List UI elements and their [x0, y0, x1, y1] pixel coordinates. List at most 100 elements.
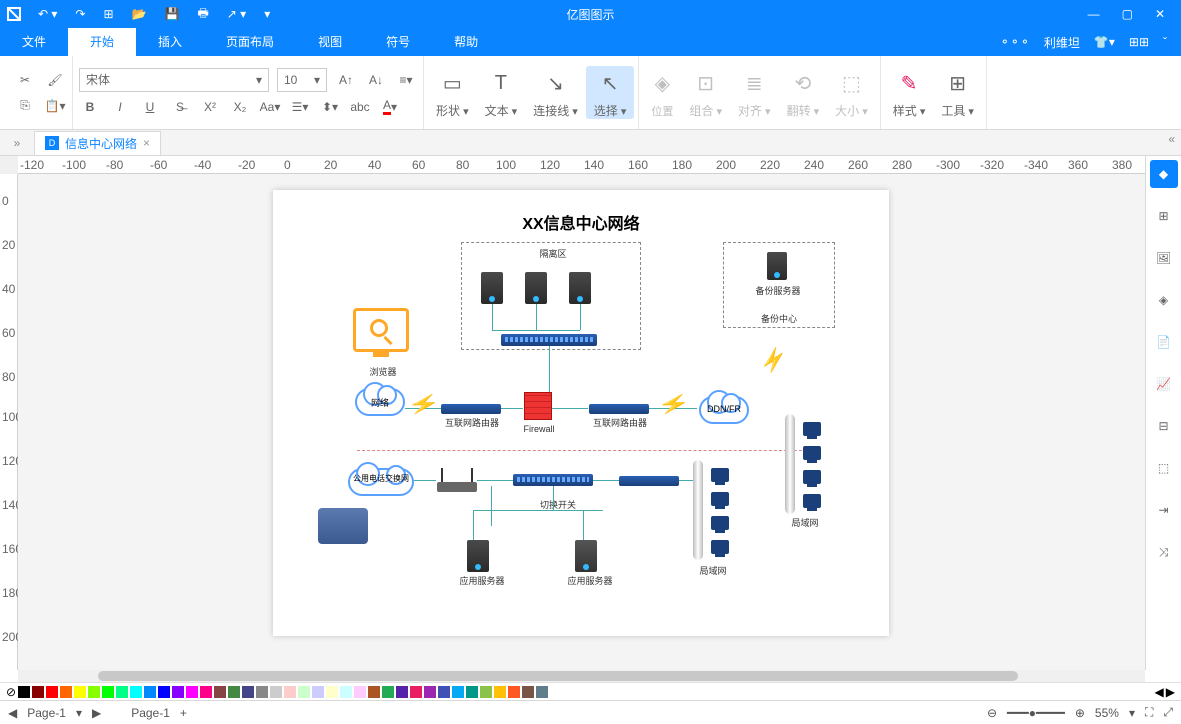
- redo-icon[interactable]: ↷: [75, 7, 85, 21]
- qat-more-icon[interactable]: ▾: [264, 7, 270, 21]
- tools-button[interactable]: ⊞工具 ▾: [933, 66, 982, 119]
- minimize-icon[interactable]: ―: [1088, 7, 1100, 21]
- theme-panel-icon[interactable]: ◆: [1150, 160, 1178, 188]
- ribbon-collapse-icon[interactable]: ˇ: [1163, 35, 1167, 49]
- tab-symbol[interactable]: 符号: [364, 28, 432, 56]
- server-icon[interactable]: [767, 252, 787, 280]
- textbox-icon[interactable]: abc: [349, 96, 371, 118]
- server-icon[interactable]: [467, 540, 489, 572]
- switch-icon[interactable]: [513, 474, 593, 486]
- subscript-icon[interactable]: X₂: [229, 96, 251, 118]
- palette-prev-icon[interactable]: ◀: [1155, 685, 1164, 699]
- select-button[interactable]: ↖选择 ▾: [586, 66, 635, 119]
- italic-icon[interactable]: I: [109, 96, 131, 118]
- fullscreen-icon[interactable]: ⤢: [1163, 705, 1173, 720]
- font-combo[interactable]: 宋体▾: [79, 68, 269, 92]
- pc-icon[interactable]: [711, 492, 729, 506]
- server-icon[interactable]: [481, 272, 503, 304]
- tab-layout[interactable]: 页面布局: [204, 28, 296, 56]
- pc-icon[interactable]: [803, 470, 821, 484]
- share-icon[interactable]: ⚬⚬⚬: [1000, 35, 1030, 49]
- zoom-dropdown-icon[interactable]: ▾: [1129, 706, 1135, 720]
- router-icon[interactable]: [619, 476, 679, 486]
- server-icon[interactable]: [569, 272, 591, 304]
- browser-icon[interactable]: [353, 308, 409, 352]
- align-icon[interactable]: ≡▾: [395, 69, 417, 91]
- router-icon[interactable]: [589, 404, 649, 414]
- tab-file[interactable]: 文件: [0, 28, 68, 56]
- zoom-out-icon[interactable]: ⊖: [987, 706, 997, 720]
- tab-home[interactable]: 开始: [68, 28, 136, 56]
- close-icon[interactable]: ✕: [1155, 7, 1165, 21]
- save-icon[interactable]: 💾: [165, 7, 180, 21]
- table-panel-icon[interactable]: ⊟: [1150, 412, 1178, 440]
- undo-icon[interactable]: ↶ ▾: [38, 7, 57, 21]
- cloud-icon[interactable]: 网络: [355, 388, 405, 416]
- pc-icon[interactable]: [803, 422, 821, 436]
- copy-icon[interactable]: ⎘: [14, 95, 36, 117]
- export-icon[interactable]: ↗ ▾: [227, 7, 246, 21]
- add-sheet-icon[interactable]: +: [180, 706, 187, 720]
- backbone-icon[interactable]: [785, 414, 795, 514]
- new-icon[interactable]: ⊞: [103, 7, 113, 21]
- server-icon[interactable]: [575, 540, 597, 572]
- fontsize-combo[interactable]: 10▾: [277, 68, 327, 92]
- open-icon[interactable]: 📂: [132, 7, 147, 21]
- format-painter-icon[interactable]: 🖌: [44, 69, 66, 91]
- chart-panel-icon[interactable]: 📈: [1150, 370, 1178, 398]
- connector-button[interactable]: ↘连接线 ▾: [525, 66, 586, 119]
- pc-icon[interactable]: [803, 494, 821, 508]
- theme-icon[interactable]: 👕▾: [1094, 35, 1115, 49]
- cloud-icon[interactable]: DDN/FR: [699, 396, 749, 424]
- page[interactable]: XX信息中心网络 隔离区 备份服务器 备份中心 浏览器: [273, 190, 889, 636]
- wireless-router-icon[interactable]: [437, 482, 477, 492]
- switch-icon[interactable]: [501, 334, 597, 346]
- layers-panel-icon[interactable]: ◈: [1150, 286, 1178, 314]
- page-dropdown-icon[interactable]: ▾: [76, 706, 82, 720]
- horizontal-scrollbar[interactable]: [18, 670, 1145, 682]
- paste-icon[interactable]: 📋▾: [44, 95, 66, 117]
- fit-page-icon[interactable]: ⛶: [1145, 705, 1153, 720]
- page-panel-icon[interactable]: 📄: [1150, 328, 1178, 356]
- page-label[interactable]: Page-1: [27, 706, 66, 720]
- router-icon[interactable]: [441, 404, 501, 414]
- tab-help[interactable]: 帮助: [432, 28, 500, 56]
- page-nav-prev-icon[interactable]: ◀: [8, 706, 17, 720]
- shrink-font-icon[interactable]: A↓: [365, 69, 387, 91]
- superscript-icon[interactable]: X²: [199, 96, 221, 118]
- bullets-icon[interactable]: ☰▾: [289, 96, 311, 118]
- sheet-tab[interactable]: Page-1: [131, 706, 170, 720]
- underline-icon[interactable]: U: [139, 96, 161, 118]
- shape-button[interactable]: ▭形状 ▾: [428, 66, 477, 119]
- tab-insert[interactable]: 插入: [136, 28, 204, 56]
- server-icon[interactable]: [525, 272, 547, 304]
- pc-icon[interactable]: [711, 540, 729, 554]
- pc-icon[interactable]: [711, 468, 729, 482]
- shuffle-panel-icon[interactable]: ⤨: [1150, 538, 1178, 566]
- document-tab[interactable]: D 信息中心网络 ×: [34, 131, 161, 155]
- fontcolor-icon[interactable]: A▾: [379, 96, 401, 118]
- spacing-icon[interactable]: ⬍▾: [319, 96, 341, 118]
- text-button[interactable]: T文本 ▾: [477, 66, 526, 119]
- library-panel-icon[interactable]: ⬚: [1150, 454, 1178, 482]
- cut-icon[interactable]: ✂: [14, 69, 36, 91]
- user-label[interactable]: 利维坦: [1044, 34, 1080, 51]
- expand-panel-icon[interactable]: »: [0, 136, 34, 150]
- maximize-icon[interactable]: ▢: [1122, 7, 1133, 21]
- pc-icon[interactable]: [803, 446, 821, 460]
- bold-icon[interactable]: B: [79, 96, 101, 118]
- case-icon[interactable]: Aa▾: [259, 96, 281, 118]
- firewall-icon[interactable]: [524, 392, 552, 420]
- zoom-slider[interactable]: ━━━●━━━━: [1007, 706, 1065, 720]
- grow-font-icon[interactable]: A↑: [335, 69, 357, 91]
- palette-next-icon[interactable]: ▶: [1166, 685, 1175, 699]
- apps-icon[interactable]: ⊞⊞: [1129, 35, 1149, 49]
- tab-close-icon[interactable]: ×: [143, 136, 150, 150]
- zoom-value[interactable]: 55%: [1095, 706, 1119, 720]
- canvas[interactable]: XX信息中心网络 隔离区 备份服务器 备份中心 浏览器: [18, 174, 1145, 670]
- style-button[interactable]: ✎样式 ▾: [885, 66, 934, 119]
- image-panel-icon[interactable]: 🖼: [1150, 244, 1178, 272]
- indent-panel-icon[interactable]: ⇥: [1150, 496, 1178, 524]
- collapse-panel-icon[interactable]: «: [1168, 132, 1175, 146]
- page-nav-next-icon[interactable]: ▶: [92, 706, 101, 720]
